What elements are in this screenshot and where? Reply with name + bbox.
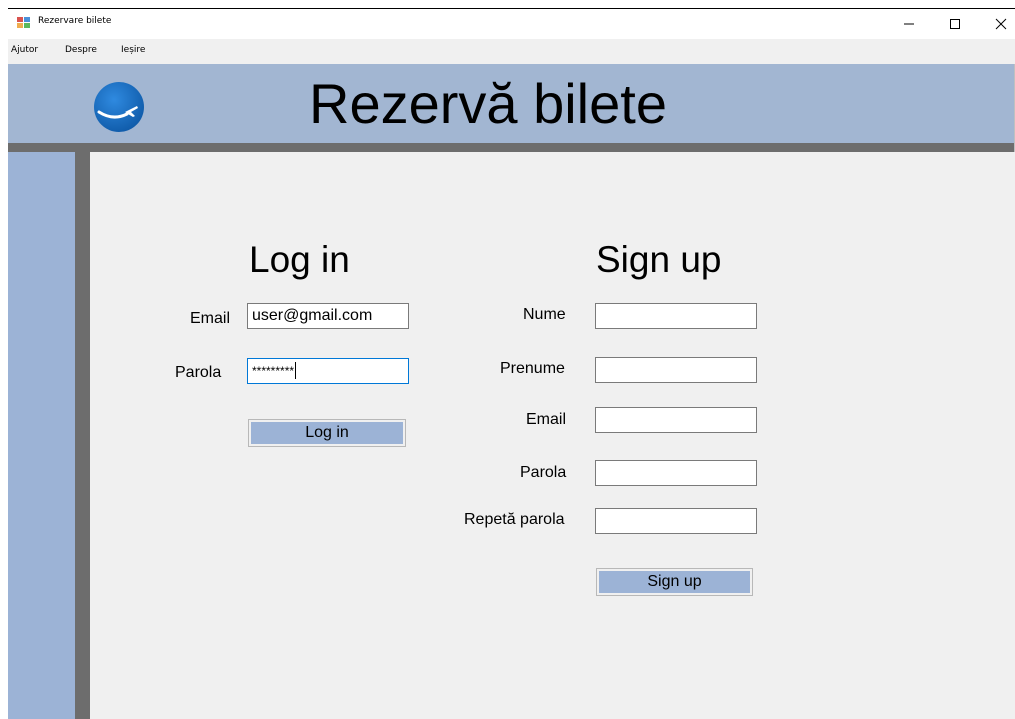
menu-item-ajutor[interactable]: Ajutor: [11, 45, 38, 55]
side-divider: [75, 152, 90, 719]
minimize-button[interactable]: [886, 9, 932, 39]
signup-button[interactable]: Sign up: [596, 568, 753, 596]
text-caret: [295, 362, 297, 380]
sidebar-panel: [8, 152, 75, 719]
header-banner: Rezervă bilete: [8, 64, 1015, 143]
title-bar: Rezervare bilete: [8, 8, 1015, 39]
signup-parola-label: Parola: [520, 464, 567, 481]
close-button[interactable]: [978, 9, 1015, 39]
signup-parola-field[interactable]: [595, 460, 757, 486]
signup-title: Sign up: [596, 239, 722, 280]
signup-repeat-password-label: Repetă parola: [464, 511, 565, 528]
minimize-icon: [904, 23, 914, 25]
login-email-label: Email: [190, 310, 231, 327]
signup-email-label: Email: [526, 411, 567, 428]
login-title: Log in: [249, 239, 350, 280]
signup-nume-field[interactable]: [595, 303, 757, 329]
signup-button-label: Sign up: [599, 571, 750, 593]
close-icon: [995, 18, 1007, 30]
password-mask: *********: [252, 364, 295, 378]
login-email-field[interactable]: user@gmail.com: [247, 303, 409, 329]
maximize-button[interactable]: [932, 9, 978, 39]
app-icon: [17, 17, 30, 28]
window-title: Rezervare bilete: [38, 16, 112, 26]
signup-repeat-password-field[interactable]: [595, 508, 757, 534]
menu-item-iesire[interactable]: Ieșire: [121, 45, 145, 55]
top-divider: [8, 143, 1015, 152]
page-title: Rezervă bilete: [309, 72, 667, 135]
airplane-globe-icon: [94, 82, 144, 132]
login-button-label: Log in: [251, 422, 403, 444]
menu-bar: Ajutor Despre Ieșire: [8, 39, 1015, 64]
maximize-icon: [950, 19, 960, 29]
signup-prenume-label: Prenume: [500, 360, 565, 377]
login-password-label: Parola: [175, 364, 222, 381]
signup-nume-label: Nume: [523, 306, 566, 323]
login-button[interactable]: Log in: [248, 419, 406, 447]
signup-email-field[interactable]: [595, 407, 757, 433]
signup-prenume-field[interactable]: [595, 357, 757, 383]
menu-item-despre[interactable]: Despre: [65, 45, 97, 55]
login-password-field[interactable]: *********: [247, 358, 409, 384]
content-panel: [90, 152, 1015, 719]
